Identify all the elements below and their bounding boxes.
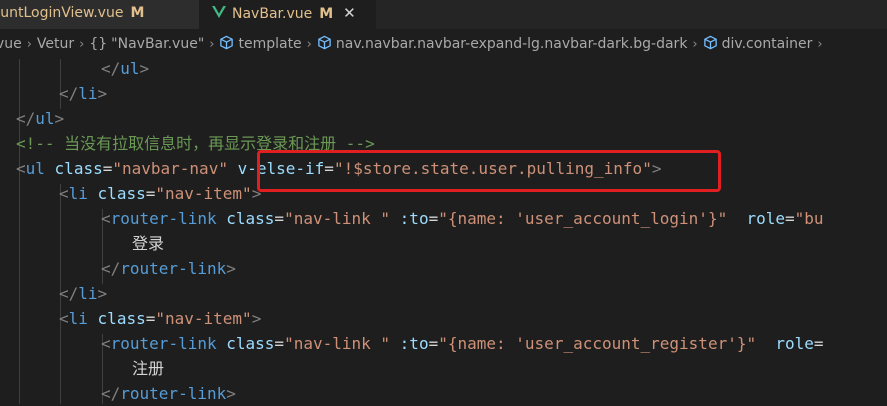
code-line: <router-link class="nav-link " :to="{nam… — [101, 334, 824, 353]
editor-tab-bar: countLoginView.vue M NavBar.vue M ✕ — [0, 0, 887, 29]
modified-indicator: M — [130, 5, 145, 21]
code-line: </li> — [59, 284, 108, 303]
chevron-right-icon: › — [306, 37, 312, 52]
highlight-annotation-box — [257, 150, 721, 192]
tab-navbar-vue[interactable]: NavBar.vue M ✕ — [199, 0, 376, 29]
tab-label: countLoginView.vue — [0, 5, 124, 21]
code-line: </ul> — [16, 109, 65, 128]
code-line: </router-link> — [101, 259, 236, 278]
cube-icon — [703, 31, 718, 59]
breadcrumb-vetur[interactable]: Vetur — [37, 29, 74, 59]
cube-icon — [219, 31, 234, 59]
chevron-right-icon: › — [26, 37, 32, 52]
vue-file-icon — [212, 1, 226, 28]
code-line: <router-link class="nav-link " :to="{nam… — [101, 209, 824, 228]
chevron-right-icon: › — [692, 37, 698, 52]
breadcrumb-file[interactable]: r.vue — [0, 29, 22, 59]
code-line: </router-link> — [101, 384, 236, 403]
modified-indicator: M — [319, 6, 334, 22]
chevron-right-icon: › — [817, 37, 823, 52]
breadcrumb-nav[interactable]: nav.navbar.navbar-expand-lg.navbar-dark.… — [336, 29, 688, 59]
close-icon[interactable]: ✕ — [343, 0, 356, 27]
code-editor[interactable]: </ul> </li> </ul> <!-- 当没有拉取信息时，再显示登录和注册… — [0, 59, 887, 404]
breadcrumb-div[interactable]: div.container — [722, 29, 813, 59]
code-line: </li> — [59, 84, 108, 103]
code-text-line: 注册 — [132, 359, 165, 378]
breadcrumb: r.vue › Vetur › {}"NavBar.vue" › template › nav.… — [0, 29, 887, 59]
chevron-right-icon: › — [209, 37, 215, 52]
tab-account-login-view[interactable]: countLoginView.vue M — [0, 0, 199, 29]
code-text-line: 登录 — [132, 234, 165, 253]
code-line: <li class="nav-item"> — [59, 309, 262, 328]
breadcrumb-component[interactable]: "NavBar.vue" — [111, 29, 204, 59]
tab-label: NavBar.vue — [232, 6, 313, 22]
code-line: </ul> — [101, 59, 150, 78]
chevron-right-icon: › — [79, 37, 85, 52]
cube-icon — [317, 31, 332, 59]
breadcrumb-template[interactable]: template — [238, 29, 301, 59]
braces-icon: {} — [89, 36, 108, 52]
